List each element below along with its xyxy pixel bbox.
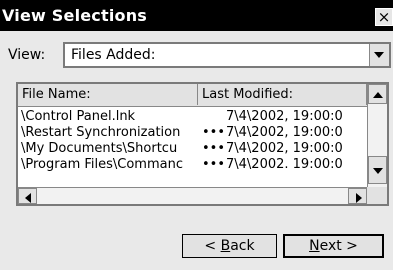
table-row[interactable]: \Restart Synchronization ••• 7\4\2002, 1… bbox=[18, 125, 367, 141]
file-name-cell: \Control Panel.lnk bbox=[21, 109, 136, 124]
vertical-scrollbar[interactable] bbox=[367, 84, 387, 187]
chevron-down-icon bbox=[374, 52, 384, 58]
view-dropdown-value: Files Added: bbox=[71, 47, 156, 63]
chevron-left-icon bbox=[25, 193, 31, 203]
modified-cell: 7\4\2002, 19:00:0 bbox=[226, 109, 343, 124]
modified-cell: 7\4\2002, 19:00:0 bbox=[226, 125, 343, 140]
table-row[interactable]: \Control Panel.lnk 7\4\2002, 19:00:0 bbox=[18, 109, 367, 125]
next-button-accelerator: N bbox=[309, 238, 320, 254]
scroll-right-button[interactable] bbox=[348, 188, 367, 204]
close-button[interactable]: × bbox=[375, 8, 393, 26]
file-name-cell: \My Documents\Shortcu bbox=[21, 141, 178, 156]
modified-cell: 7\4\2002. 19:00:0 bbox=[226, 157, 343, 172]
table-row[interactable]: \Program Files\Commanc ••• 7\4\2002. 19:… bbox=[18, 157, 367, 173]
dropdown-arrow-button[interactable] bbox=[369, 44, 389, 66]
column-header-file-name[interactable]: File Name: bbox=[18, 84, 198, 105]
chevron-right-icon bbox=[356, 193, 362, 203]
truncation-ellipsis: ••• bbox=[202, 157, 226, 172]
horizontal-scrollbar[interactable] bbox=[18, 187, 367, 204]
file-list[interactable]: File Name: Last Modified: \Control Panel… bbox=[16, 82, 389, 206]
view-dropdown[interactable]: Files Added: bbox=[63, 42, 391, 68]
view-label: View: bbox=[8, 47, 46, 63]
truncation-ellipsis: ••• bbox=[202, 141, 226, 156]
column-header-last-modified[interactable]: Last Modified: bbox=[198, 84, 367, 105]
chevron-down-icon bbox=[373, 168, 383, 174]
table-row[interactable]: \My Documents\Shortcu ••• 7\4\2002, 19:0… bbox=[18, 141, 367, 157]
back-button-prefix: < bbox=[204, 238, 221, 254]
next-button-label: ext > bbox=[319, 238, 358, 254]
chevron-up-icon bbox=[373, 92, 383, 98]
modified-cell: 7\4\2002, 19:00:0 bbox=[226, 141, 343, 156]
scrollbar-corner bbox=[367, 187, 387, 204]
back-button[interactable]: < Back bbox=[182, 234, 277, 258]
title-bar: View Selections × bbox=[0, 0, 393, 31]
back-button-label: ack bbox=[230, 238, 255, 254]
scroll-up-button[interactable] bbox=[368, 84, 387, 104]
scroll-left-button[interactable] bbox=[18, 188, 37, 204]
back-button-accelerator: B bbox=[220, 238, 231, 254]
file-name-cell: \Program Files\Commanc bbox=[21, 157, 183, 172]
list-header: File Name: Last Modified: bbox=[18, 84, 367, 107]
next-button[interactable]: Next > bbox=[283, 234, 384, 258]
truncation-ellipsis: ••• bbox=[202, 125, 226, 140]
window-title: View Selections bbox=[2, 6, 148, 25]
file-name-cell: \Restart Synchronization bbox=[21, 125, 181, 140]
scroll-down-button[interactable] bbox=[368, 156, 387, 184]
